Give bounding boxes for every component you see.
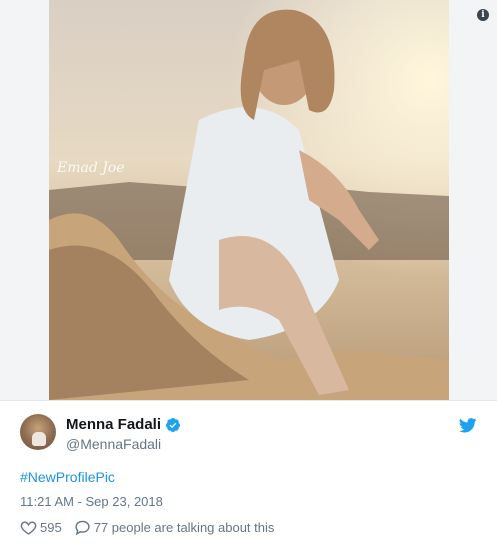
media-separator: [0, 400, 497, 401]
heart-icon: [20, 521, 37, 535]
verified-badge-icon: [166, 418, 181, 432]
tweet-timestamp[interactable]: 11:21 AM - Sep 23, 2018: [20, 494, 163, 509]
tweet-actions: 595 77 people are talking about this: [20, 519, 274, 536]
like-count: 595: [40, 520, 62, 535]
speech-bubble-icon: [75, 520, 90, 536]
twitter-bird-icon[interactable]: [459, 418, 477, 433]
hashtag-link[interactable]: #NewProfilePic: [20, 469, 115, 485]
photo-illustration: Emad Joe: [49, 0, 449, 400]
tweet-media[interactable]: Emad Joe i: [0, 0, 497, 400]
author-block[interactable]: Menna Fadali @MennaFadali: [66, 416, 181, 453]
author-handle[interactable]: @MennaFadali: [66, 435, 181, 453]
author-display-name[interactable]: Menna Fadali: [66, 416, 161, 434]
info-icon[interactable]: i: [477, 9, 489, 21]
conversation-text: 77 people are talking about this: [93, 520, 275, 535]
photo-watermark: Emad Joe: [56, 160, 125, 176]
tweet-photo[interactable]: Emad Joe: [49, 0, 449, 400]
like-button[interactable]: 595: [20, 519, 62, 536]
conversation-link[interactable]: 77 people are talking about this: [74, 519, 275, 536]
avatar[interactable]: [20, 414, 56, 450]
